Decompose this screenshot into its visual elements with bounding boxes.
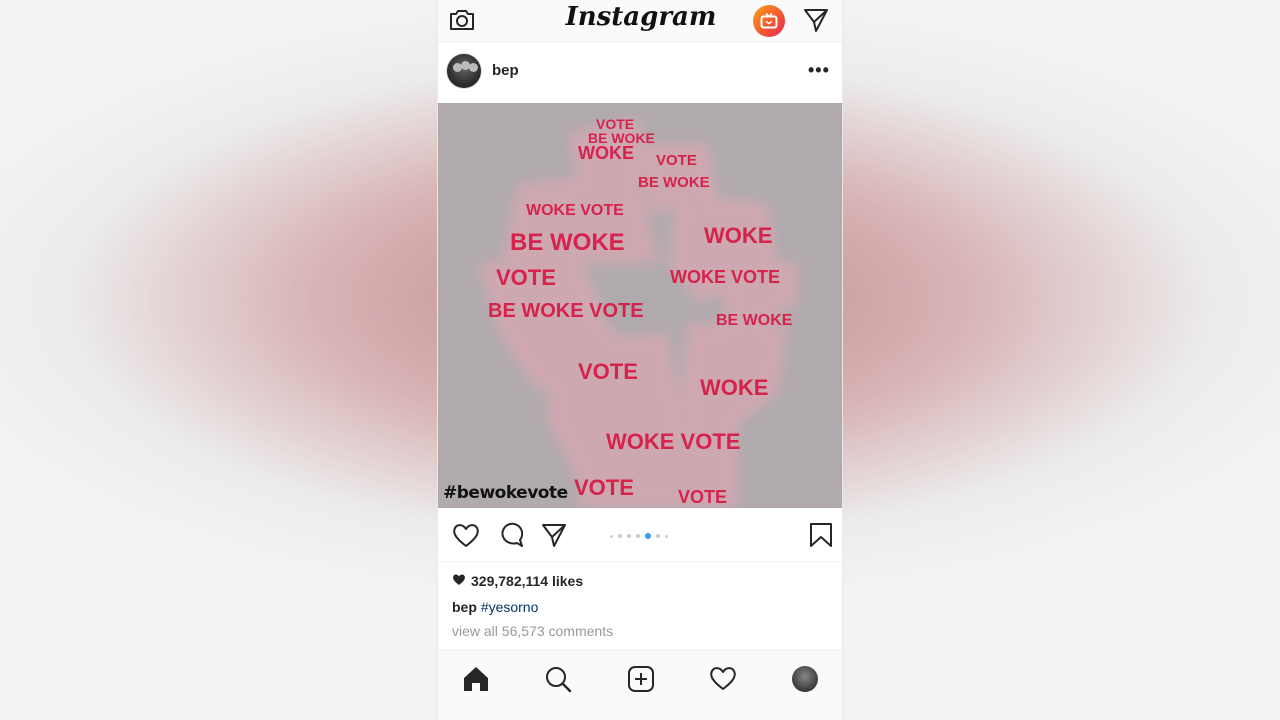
post-actions-bar	[438, 508, 842, 562]
likes-text: 329,782,114 likes	[471, 573, 584, 589]
carousel-dot-active	[645, 533, 651, 539]
fist-word: VOTE	[496, 265, 556, 290]
small-heart-icon	[452, 573, 466, 589]
phone-screen: Instagram bep ••• VOTE BE WOKE WOKE VOTE…	[437, 0, 843, 720]
image-hashtag-overlay: #bewokevote	[443, 483, 568, 503]
direct-message-icon[interactable]	[803, 7, 829, 38]
top-bar: Instagram	[438, 0, 842, 42]
fist-word: WOKE	[578, 143, 634, 163]
fist-word: VOTE	[578, 359, 638, 384]
fist-word: VOTE	[656, 152, 697, 169]
fist-word: WOKE	[704, 223, 772, 248]
view-comments-link[interactable]: view all 56,573 comments	[452, 623, 613, 639]
carousel-dot	[656, 534, 660, 538]
igtv-icon[interactable]	[753, 5, 785, 37]
home-icon[interactable]	[462, 665, 490, 698]
carousel-dot	[618, 534, 622, 538]
fist-word: WOKE VOTE	[526, 202, 624, 219]
post-username[interactable]: bep	[492, 62, 519, 79]
carousel-dot	[627, 534, 631, 538]
fist-word: WOKE VOTE	[606, 429, 740, 454]
raised-fist-word-cloud: VOTE BE WOKE WOKE VOTE BE WOKE WOKE VOTE…	[478, 116, 798, 508]
avatar[interactable]	[446, 53, 482, 89]
fist-word: VOTE	[574, 475, 634, 500]
profile-avatar[interactable]	[792, 666, 818, 692]
post-caption: bep #yesorno	[452, 599, 538, 615]
bookmark-icon[interactable]	[809, 522, 833, 553]
bottom-tab-bar	[438, 650, 842, 720]
carousel-dot	[665, 534, 668, 538]
carousel-dot	[610, 534, 613, 538]
fist-word: BE WOKE	[716, 312, 793, 329]
add-post-icon[interactable]	[627, 665, 655, 698]
fist-word: WOKE VOTE	[670, 267, 780, 287]
fist-word: VOTE	[678, 487, 727, 507]
carousel-indicator	[610, 533, 668, 539]
caption-username[interactable]: bep	[452, 599, 477, 615]
comment-icon[interactable]	[497, 522, 524, 553]
fist-word: BE WOKE	[510, 229, 625, 256]
fist-word: BE WOKE VOTE	[488, 300, 644, 322]
search-icon[interactable]	[544, 665, 572, 698]
caption-hashtag[interactable]: #yesorno	[481, 599, 539, 615]
likes-count[interactable]: 329,782,114 likes	[452, 573, 583, 589]
post-header: bep •••	[438, 42, 842, 103]
post-image[interactable]: VOTE BE WOKE WOKE VOTE BE WOKE WOKE VOTE…	[438, 103, 842, 508]
activity-heart-icon[interactable]	[709, 665, 737, 696]
share-icon[interactable]	[541, 522, 567, 553]
more-options-button[interactable]: •••	[808, 60, 830, 81]
fist-word: WOKE	[700, 375, 768, 400]
like-heart-icon[interactable]	[452, 522, 480, 553]
carousel-dot	[636, 534, 640, 538]
fist-word: BE WOKE	[638, 174, 710, 191]
